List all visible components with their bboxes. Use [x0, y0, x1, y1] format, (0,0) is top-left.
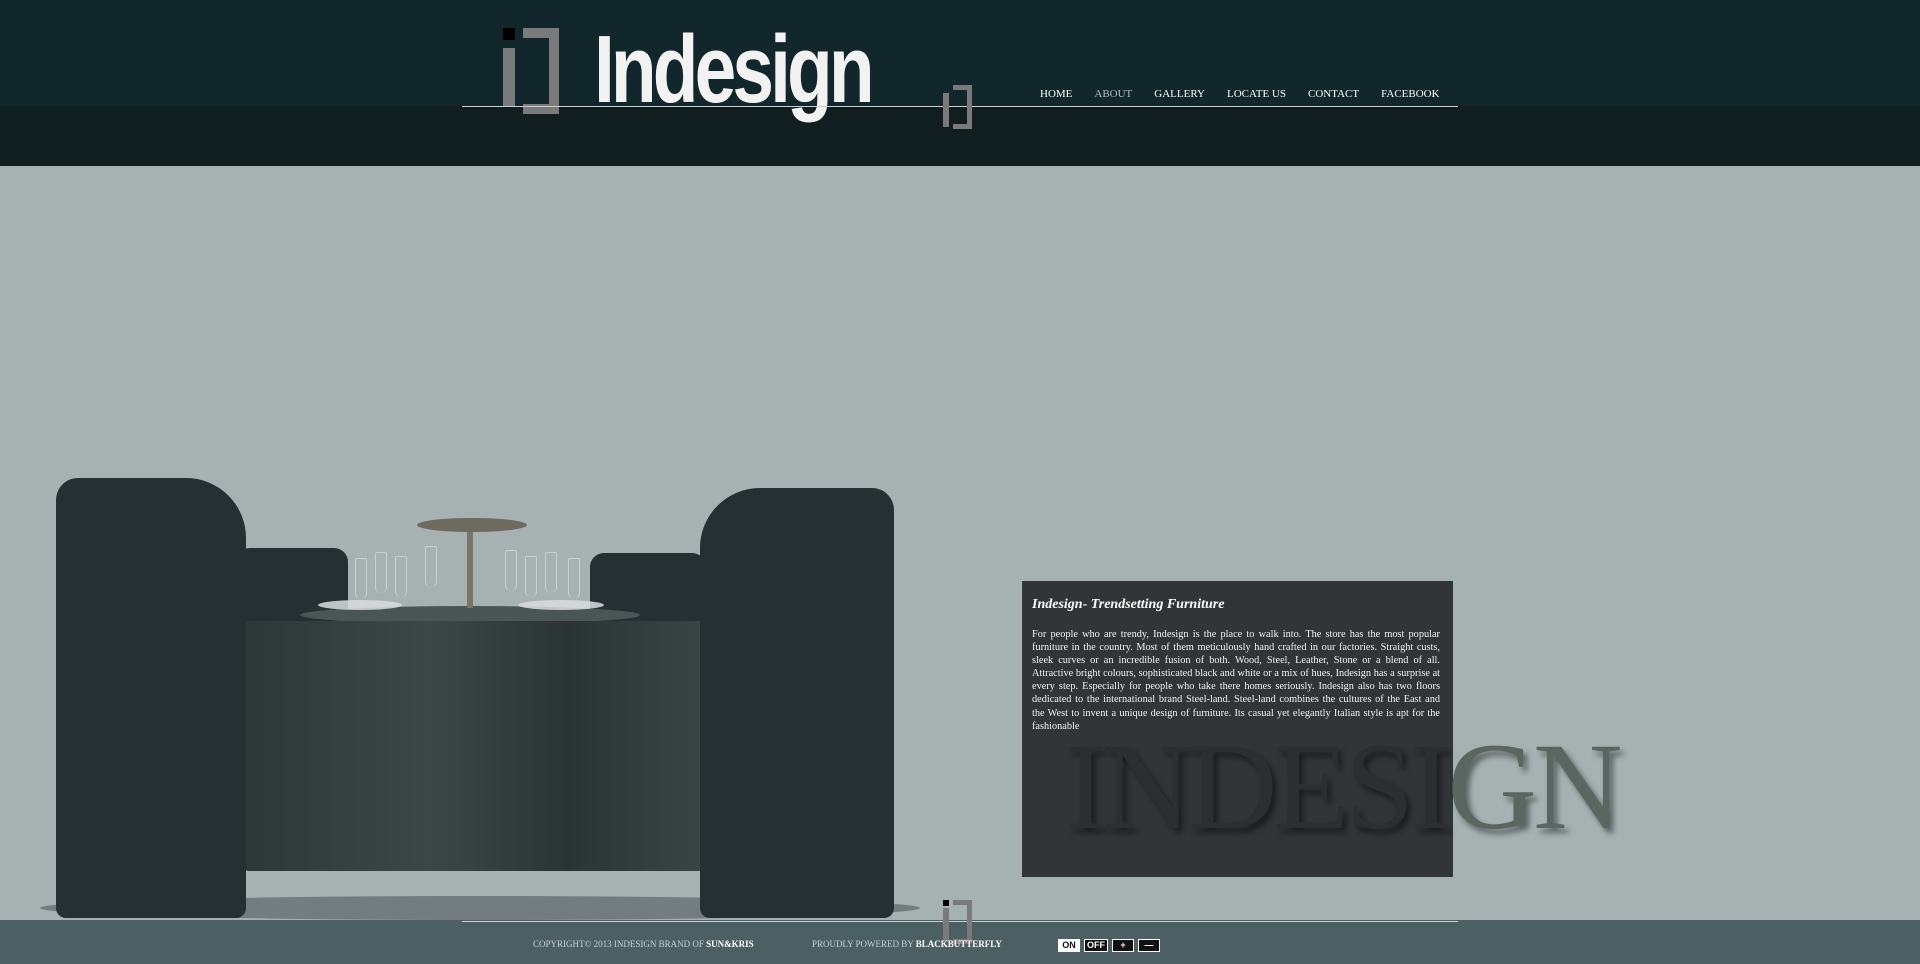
- volume-up-button[interactable]: +: [1112, 939, 1134, 952]
- glass: [375, 552, 387, 593]
- nav-contact[interactable]: CONTACT: [1308, 88, 1359, 100]
- copyright: COPYRIGHT© 2013 INDESIGN BRAND OF SUN&KR…: [533, 939, 754, 949]
- glass: [505, 550, 517, 591]
- powered-prefix: PROUDLY POWERED BY: [812, 939, 916, 949]
- footer-logo-mark-icon: [943, 900, 977, 944]
- powered-brand-link[interactable]: BLACKBUTTERFLY: [916, 939, 1002, 949]
- music-on-button[interactable]: ON: [1058, 939, 1080, 952]
- logo-mark-icon[interactable]: [503, 28, 569, 114]
- plate-right: [518, 600, 604, 610]
- nav-locate-us[interactable]: LOCATE US: [1227, 88, 1286, 100]
- glass: [545, 552, 557, 593]
- hero-furniture-image: [0, 166, 1920, 920]
- centerpiece-bowl: [417, 518, 527, 532]
- indesign-watermark: INDESIGN: [1065, 725, 1623, 849]
- nav-facebook[interactable]: FACEBOOK: [1381, 88, 1439, 100]
- main-nav: HOME ABOUT GALLERY LOCATE US CONTACT FAC…: [1040, 88, 1462, 100]
- front-chair-right: [700, 488, 894, 918]
- music-controls: ON OFF + —: [1058, 939, 1160, 952]
- volume-down-button[interactable]: —: [1138, 939, 1160, 952]
- music-off-button[interactable]: OFF: [1084, 939, 1108, 952]
- info-title: Indesign- Trendsetting Furniture: [1032, 597, 1225, 612]
- powered-by: PROUDLY POWERED BY BLACKBUTTERFLY: [812, 939, 1002, 949]
- centerpiece-stem: [467, 530, 473, 608]
- glass: [568, 558, 580, 599]
- nav-home[interactable]: HOME: [1040, 88, 1072, 100]
- front-chair-left: [56, 478, 246, 918]
- table-cloth: [243, 621, 708, 871]
- nav-logo-mark-icon: [943, 85, 977, 129]
- nav-about[interactable]: ABOUT: [1094, 88, 1132, 100]
- nav-gallery[interactable]: GALLERY: [1154, 88, 1205, 100]
- plate-left: [318, 600, 402, 610]
- copyright-prefix: COPYRIGHT© 2013 INDESIGN BRAND OF: [533, 939, 707, 949]
- glass: [525, 556, 537, 597]
- watermark-outside: GN: [1447, 718, 1622, 855]
- glass: [425, 546, 437, 587]
- logo-text[interactable]: Indesign: [594, 22, 875, 118]
- watermark-inside: INDESI: [1065, 718, 1451, 855]
- glass: [355, 558, 367, 599]
- copyright-brand-link[interactable]: SUN&KRIS: [706, 939, 754, 949]
- glass: [395, 556, 407, 597]
